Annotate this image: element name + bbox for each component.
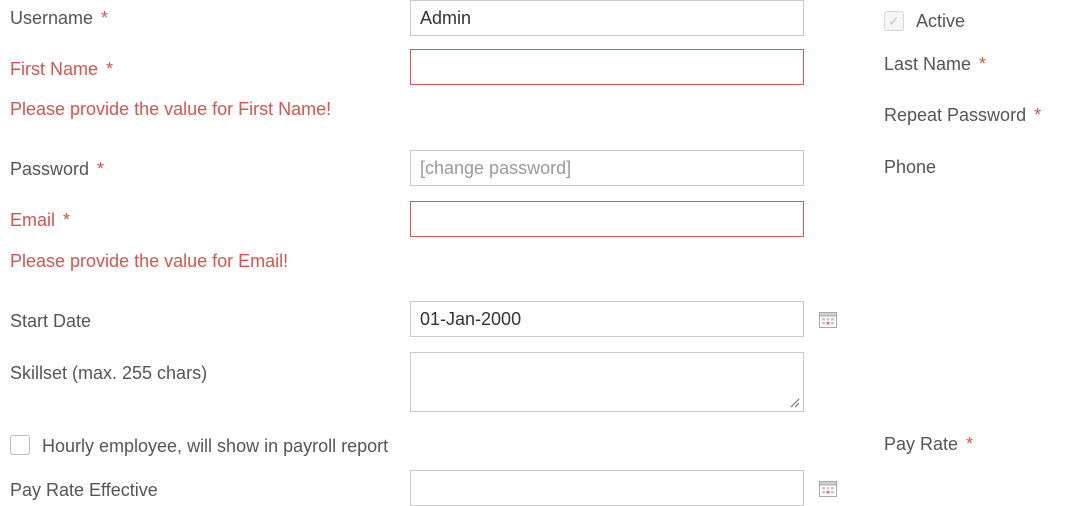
password-label-text: Password	[10, 159, 90, 179]
required-asterisk: *	[97, 159, 105, 179]
required-asterisk: *	[979, 54, 987, 74]
active-checkbox[interactable]: ✓	[884, 11, 904, 31]
phone-label: Phone	[884, 157, 937, 177]
pay-rate-effective-label: Pay Rate Effective	[10, 480, 158, 500]
last-name-label-text: Last Name	[884, 54, 972, 74]
skillset-textarea[interactable]	[410, 352, 804, 412]
email-label-text: Email	[10, 210, 56, 230]
password-placeholder: [change password]	[420, 158, 572, 178]
email-input[interactable]	[410, 201, 804, 237]
hourly-employee-label: Hourly employee, will show in payroll re…	[42, 436, 389, 456]
start-date-input[interactable]: 01-Jan-2000	[410, 301, 804, 337]
calendar-icon[interactable]	[818, 310, 838, 330]
last-name-label: Last Name *	[884, 53, 986, 75]
first-name-label-text: First Name	[10, 59, 99, 79]
calendar-icon[interactable]	[818, 479, 838, 499]
pay-rate-effective-input[interactable]	[410, 470, 804, 506]
username-label-text: Username	[10, 8, 94, 28]
repeat-password-label: Repeat Password *	[884, 104, 1041, 126]
email-error: Please provide the value for Email!	[10, 251, 289, 271]
skillset-label: Skillset (max. 255 chars)	[10, 363, 208, 383]
checkmark-icon: ✓	[888, 13, 900, 29]
pay-rate-label-text: Pay Rate	[884, 434, 959, 454]
start-date-value: 01-Jan-2000	[420, 309, 522, 329]
hourly-employee-checkbox[interactable]	[10, 435, 30, 455]
required-asterisk: *	[63, 210, 71, 230]
first-name-error: Please provide the value for First Name!	[10, 99, 332, 119]
required-asterisk: *	[106, 59, 114, 79]
password-label: Password *	[10, 158, 104, 180]
username-value: Admin	[420, 8, 472, 28]
username-input[interactable]: Admin	[410, 0, 804, 36]
required-asterisk: *	[966, 434, 974, 454]
resize-grip-icon[interactable]	[790, 398, 800, 408]
required-asterisk: *	[1034, 105, 1042, 125]
repeat-password-label-text: Repeat Password	[884, 105, 1027, 125]
username-label: Username *	[10, 7, 108, 29]
required-asterisk: *	[101, 8, 109, 28]
email-label: Email *	[10, 209, 70, 231]
start-date-label: Start Date	[10, 311, 92, 331]
first-name-label: First Name *	[10, 58, 113, 80]
active-label: Active	[916, 11, 966, 31]
first-name-input[interactable]	[410, 49, 804, 85]
pay-rate-label: Pay Rate *	[884, 433, 973, 455]
password-input[interactable]: [change password]	[410, 150, 804, 186]
